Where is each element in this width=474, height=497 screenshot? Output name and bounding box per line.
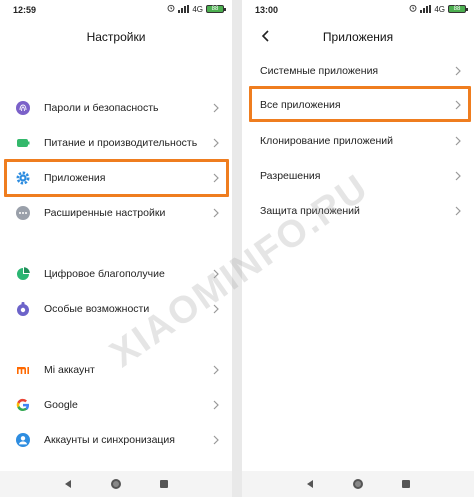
settings-item-label: Расширенные настройки	[44, 207, 166, 219]
chevron-right-icon	[210, 138, 222, 148]
gear-icon	[14, 169, 32, 187]
signal-icon	[178, 5, 190, 13]
chevron-right-icon	[210, 103, 222, 113]
settings-screen: 12:59 4G 88 Настройки Пароли и безопасно…	[0, 0, 232, 497]
apps-item-label: Клонирование приложений	[260, 135, 394, 147]
nav-recents-icon[interactable]	[158, 478, 170, 490]
chevron-right-icon	[210, 435, 222, 445]
settings-item-label: Google	[44, 399, 78, 411]
status-bar: 13:00 4G 88	[242, 0, 474, 20]
apps-item-permissions[interactable]: Разрешения	[242, 161, 474, 191]
settings-item-accounts-sync[interactable]: Аккаунты и синхронизация	[0, 425, 232, 455]
chevron-right-icon	[210, 173, 222, 183]
nav-recents-icon[interactable]	[400, 478, 412, 490]
battery-icon: 88	[206, 5, 226, 13]
page-title: Настройки	[86, 30, 146, 44]
settings-item-label: Приложения	[44, 172, 106, 184]
network-type: 4G	[192, 4, 203, 14]
fingerprint-icon	[14, 99, 32, 117]
person-icon	[14, 431, 32, 449]
chevron-right-icon	[210, 400, 222, 410]
apps-item-label: Системные приложения	[260, 65, 379, 77]
status-time: 12:59	[13, 5, 37, 15]
nav-home-icon[interactable]	[352, 478, 364, 490]
chevron-right-icon	[210, 365, 222, 375]
mi-logo-icon	[14, 361, 32, 379]
google-icon	[14, 396, 32, 414]
settings-item-label: Особые возможности	[44, 303, 150, 315]
settings-item-label: Цифровое благополучие	[44, 268, 165, 280]
page-title: Приложения	[322, 30, 394, 44]
apps-screen: 13:00 4G 88 Приложения Системные приложе…	[242, 0, 474, 497]
apps-item-label: Разрешения	[260, 170, 321, 182]
apps-item-label: Все приложения	[260, 99, 341, 111]
nav-bar	[242, 471, 474, 497]
chevron-right-icon	[210, 208, 222, 218]
apps-item-all-apps[interactable]: Все приложения	[242, 90, 474, 120]
settings-item-digital-wellbeing[interactable]: Цифровое благополучие	[0, 259, 232, 289]
settings-item-label: Питание и производительность	[44, 137, 198, 149]
apps-item-app-lock[interactable]: Защита приложений	[242, 196, 474, 226]
status-time: 13:00	[255, 5, 279, 15]
status-bar: 12:59 4G 88	[0, 0, 232, 20]
nav-back-icon[interactable]	[62, 478, 74, 490]
network-type: 4G	[434, 4, 445, 14]
wellbeing-icon	[14, 265, 32, 283]
chevron-right-icon	[452, 171, 464, 181]
alarm-icon	[167, 4, 175, 14]
settings-item-apps[interactable]: Приложения	[0, 163, 232, 193]
nav-back-icon[interactable]	[304, 478, 316, 490]
settings-item-advanced[interactable]: Расширенные настройки	[0, 198, 232, 228]
apps-item-system-apps[interactable]: Системные приложения	[242, 56, 474, 86]
settings-item-mi-account[interactable]: Mi аккаунт	[0, 355, 232, 385]
battery-icon	[14, 134, 32, 152]
settings-item-power-performance[interactable]: Питание и производительность	[0, 128, 232, 158]
chevron-right-icon	[452, 66, 464, 76]
alarm-icon	[409, 4, 417, 14]
chevron-right-icon	[210, 269, 222, 279]
settings-item-label: Пароли и безопасность	[44, 102, 159, 114]
settings-item-label: Аккаунты и синхронизация	[44, 434, 175, 446]
chevron-right-icon	[452, 136, 464, 146]
chevron-right-icon	[452, 100, 464, 110]
nav-bar	[0, 471, 232, 497]
settings-item-label: Mi аккаунт	[44, 364, 95, 376]
settings-item-google[interactable]: Google	[0, 390, 232, 420]
chevron-right-icon	[210, 304, 222, 314]
battery-icon: 88	[448, 5, 468, 13]
settings-item-passwords-security[interactable]: Пароли и безопасность	[0, 93, 232, 123]
accessibility-icon	[14, 300, 32, 318]
apps-item-app-cloning[interactable]: Клонирование приложений	[242, 126, 474, 156]
more-dots-icon	[14, 204, 32, 222]
nav-home-icon[interactable]	[110, 478, 122, 490]
chevron-right-icon	[452, 206, 464, 216]
signal-icon	[420, 5, 432, 13]
apps-item-label: Защита приложений	[260, 205, 360, 217]
settings-item-accessibility[interactable]: Особые возможности	[0, 294, 232, 324]
